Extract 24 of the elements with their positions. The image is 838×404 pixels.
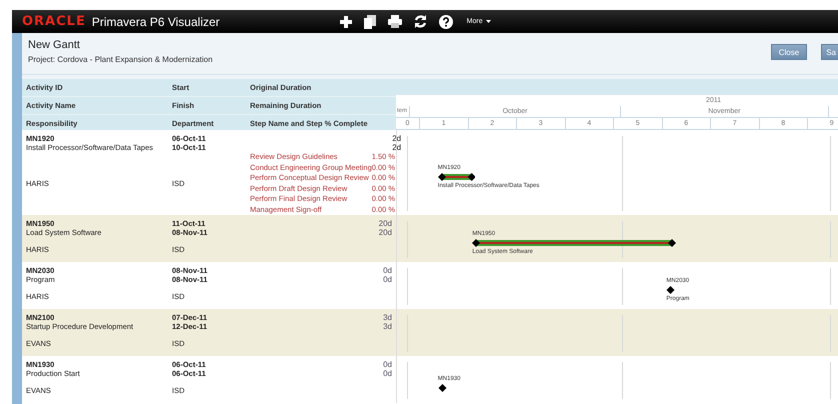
original-duration: 3d — [383, 313, 393, 322]
milestone-diamond[interactable] — [666, 284, 676, 294]
remaining-duration: 0d — [383, 369, 393, 378]
original-duration: 2d — [392, 134, 402, 143]
document-icon[interactable] — [364, 14, 376, 28]
help-icon[interactable] — [438, 14, 453, 28]
remaining-duration: 3d — [383, 322, 393, 331]
milestone-diamond[interactable] — [438, 382, 447, 392]
print-icon[interactable] — [388, 15, 402, 28]
caret-icon — [486, 20, 491, 23]
oracle-logo: ORACLE — [22, 14, 86, 29]
remaining-duration: 0d — [383, 275, 393, 284]
gantt-bar[interactable] — [438, 172, 476, 182]
remaining-duration: 2d — [392, 143, 402, 152]
remaining-duration: 20d — [378, 228, 393, 237]
refresh-icon[interactable] — [414, 15, 427, 28]
original-duration: 0d — [383, 266, 393, 275]
app-title: Primavera P6 Visualizer — [92, 14, 220, 28]
gantt-bar[interactable] — [472, 238, 676, 248]
original-duration: 20d — [378, 219, 393, 228]
add-icon[interactable] — [340, 16, 352, 28]
project-name: Project: Cordova - Plant Expansion & Modernization — [28, 55, 214, 64]
view-title: New Gantt — [28, 39, 81, 52]
original-duration: 0d — [383, 360, 393, 369]
